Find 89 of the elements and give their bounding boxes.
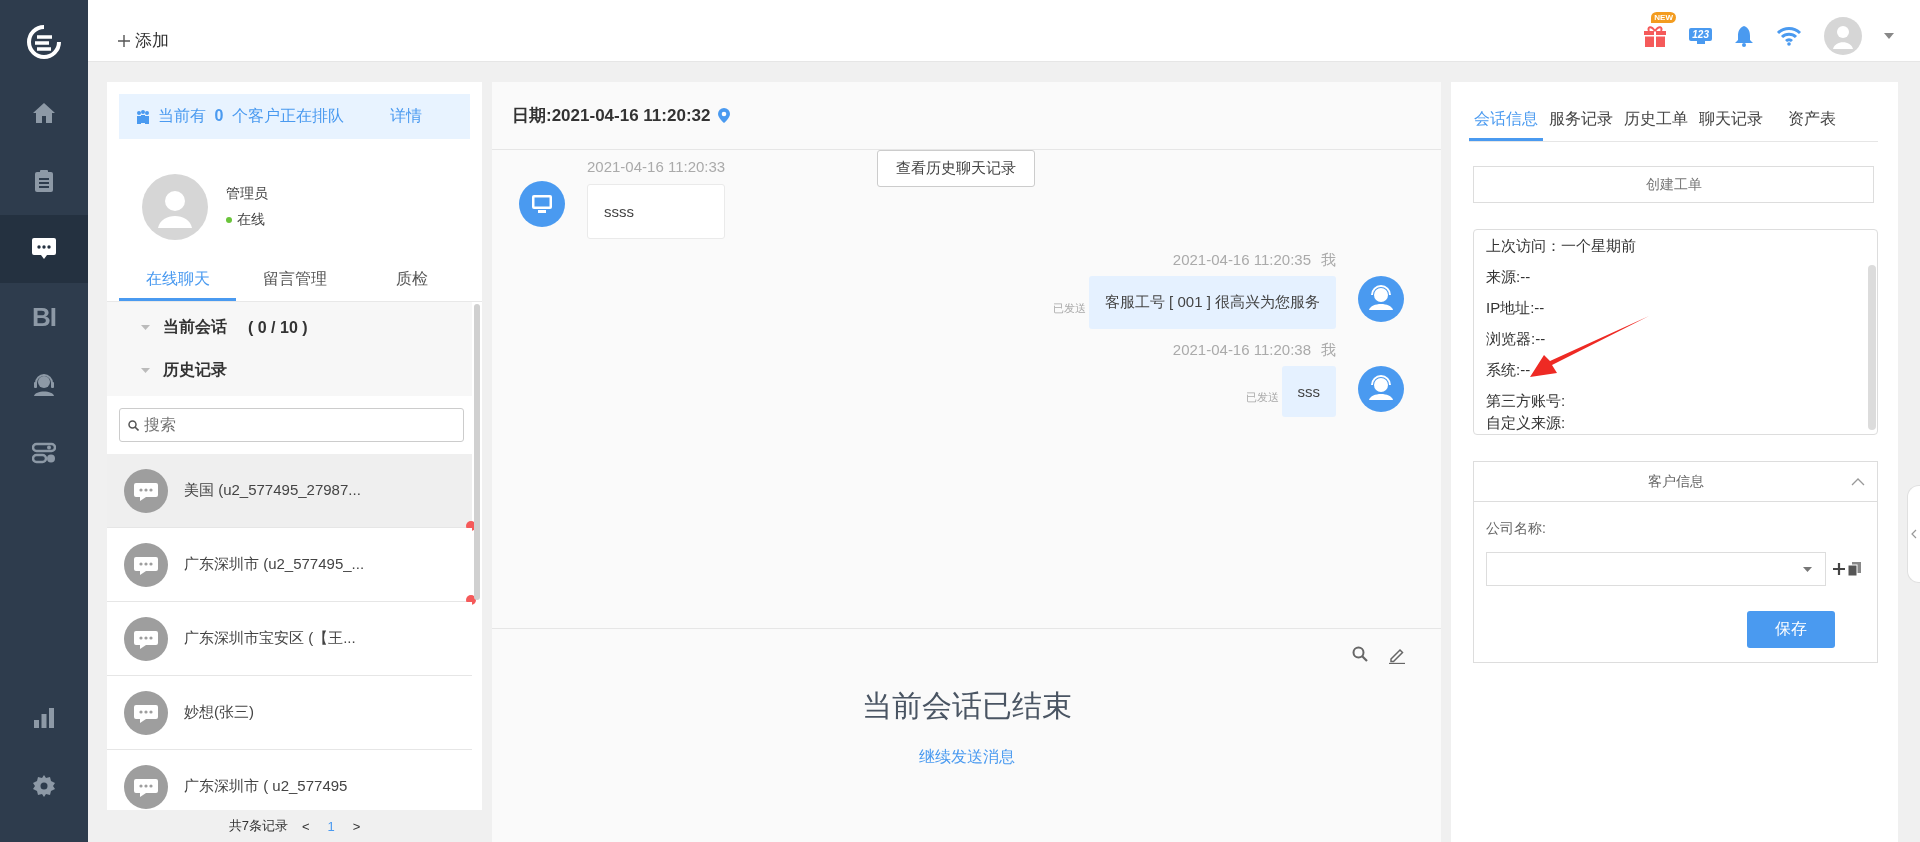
chat-avatar-icon	[124, 616, 168, 661]
info-line: 上次访问：一个星期前	[1486, 236, 1637, 256]
nav-item[interactable]: BI	[0, 283, 88, 351]
bar-chart-icon	[33, 707, 55, 729]
group-title[interactable]: 历史记录	[163, 360, 227, 381]
conversation-name: 广东深圳市宝安区 (【王...	[184, 629, 356, 648]
search-icon	[128, 420, 139, 431]
scrollbar[interactable]	[474, 304, 480, 600]
next-page-button[interactable]: >	[348, 818, 365, 834]
agent-avatar-icon	[1358, 366, 1404, 412]
search-icon[interactable]	[1352, 646, 1368, 662]
record-count: 共7条记录	[228, 817, 288, 835]
clipboard-icon	[34, 169, 54, 193]
session-ended-text: 当前会话已结束	[861, 688, 1072, 724]
info-line: IP地址:--	[1486, 298, 1546, 318]
info-line: 来源:--	[1486, 267, 1532, 287]
sender-label: 我	[1321, 341, 1336, 360]
sender-label: 我	[1321, 251, 1336, 270]
copy-icon[interactable]	[1848, 562, 1861, 576]
toggles-icon	[32, 442, 56, 464]
chat-avatar-icon	[124, 764, 168, 809]
info-line: 第三方账号:	[1486, 391, 1567, 411]
group-title[interactable]: 当前会话	[163, 317, 227, 338]
tab[interactable]: 聊天记录	[1694, 100, 1768, 141]
caret-icon	[1803, 566, 1812, 572]
chat-avatar-icon	[124, 542, 168, 587]
tab[interactable]: 留言管理	[236, 261, 353, 301]
new-badge: NEW	[1651, 11, 1676, 23]
group-count: ( 0 / 10 )	[248, 318, 308, 337]
chevron-icon[interactable]	[1851, 477, 1865, 486]
message-bubble: 客服工号 [ 001 ] 很高兴为您服务	[1088, 276, 1336, 329]
home-icon	[32, 102, 56, 124]
nav-item[interactable]	[0, 215, 88, 283]
create-ticket-button[interactable]: 创建工单	[1473, 166, 1874, 203]
chat-avatar-icon	[124, 690, 168, 735]
tab[interactable]: 质检	[353, 261, 470, 301]
chat-bubble-icon	[31, 237, 57, 261]
settings-icon	[32, 774, 56, 798]
chevron-left-icon	[1911, 529, 1917, 539]
company-label: 公司名称:	[1486, 520, 1547, 538]
info-line: 浏览器:--	[1486, 329, 1547, 349]
history-button[interactable]: 查看历史聊天记录	[877, 150, 1035, 187]
info-line: 系统:--	[1486, 360, 1532, 380]
previous-page-button[interactable]: <	[297, 818, 314, 834]
add-button[interactable]: 添加	[118, 25, 169, 56]
edit-icon[interactable]	[1388, 646, 1406, 664]
scrollbar[interactable]	[1868, 265, 1876, 430]
chat-date: 日期:2021-04-16 11:20:32	[512, 105, 711, 127]
chat-avatar-icon	[124, 468, 168, 513]
conversation-name: 美国 (u2_577495_27987...	[184, 481, 361, 500]
message-time: 2021-04-16 11:20:33	[587, 158, 726, 175]
plus-icon	[118, 34, 130, 47]
message-bubble: sss	[1281, 366, 1336, 417]
info-line: 自定义来源:	[1486, 413, 1567, 433]
tab[interactable]: 历史工单	[1619, 100, 1693, 141]
people-icon	[136, 109, 150, 124]
headset-icon	[32, 373, 56, 397]
agent-name: 管理员	[226, 185, 268, 203]
conversation-name: 妙想(张三)	[184, 703, 254, 722]
agent-avatar-icon	[1358, 276, 1404, 322]
tab[interactable]: 服务记录	[1544, 100, 1618, 141]
sent-status: 已发送	[1245, 390, 1279, 405]
add-icon[interactable]	[1833, 563, 1845, 575]
wifi-icon[interactable]	[1776, 25, 1802, 46]
conversation-item[interactable]: 广东深圳市宝安区 (【王...	[107, 602, 472, 676]
message-time: 2021-04-16 11:20:35	[1172, 251, 1311, 270]
caret-icon[interactable]	[141, 325, 150, 330]
message-bubble: ssss	[587, 184, 726, 239]
message-time: 2021-04-16 11:20:38	[1172, 341, 1311, 360]
collapse-handle[interactable]	[1907, 485, 1920, 583]
caret-icon[interactable]	[1884, 32, 1894, 39]
search-field[interactable]: 搜索	[119, 408, 464, 442]
conversation-name: 广东深圳市 (u2_577495_...	[184, 555, 365, 574]
conversation-item[interactable]: 美国 (u2_577495_27987...	[107, 454, 472, 528]
location-pin-icon[interactable]	[718, 108, 731, 123]
agent-avatar	[142, 174, 208, 240]
logo-icon[interactable]	[27, 25, 61, 59]
caret-icon[interactable]	[141, 368, 150, 373]
sent-status: 已发送	[1052, 301, 1086, 316]
bi-label: BI	[32, 301, 56, 333]
gift-icon[interactable]	[1643, 23, 1668, 48]
section-title: 客户信息	[1647, 472, 1704, 491]
conversation-name: 广东深圳市 ( u2_577495	[184, 777, 348, 796]
monitor-avatar-icon	[519, 181, 565, 227]
tab[interactable]: 资产表	[1783, 100, 1841, 141]
bell-icon[interactable]	[1734, 24, 1754, 47]
section-header[interactable]: 客户信息	[1474, 462, 1877, 502]
status-text: 在线	[237, 211, 265, 229]
queue-text: 当前有 0 个客户正在排队	[158, 106, 344, 126]
